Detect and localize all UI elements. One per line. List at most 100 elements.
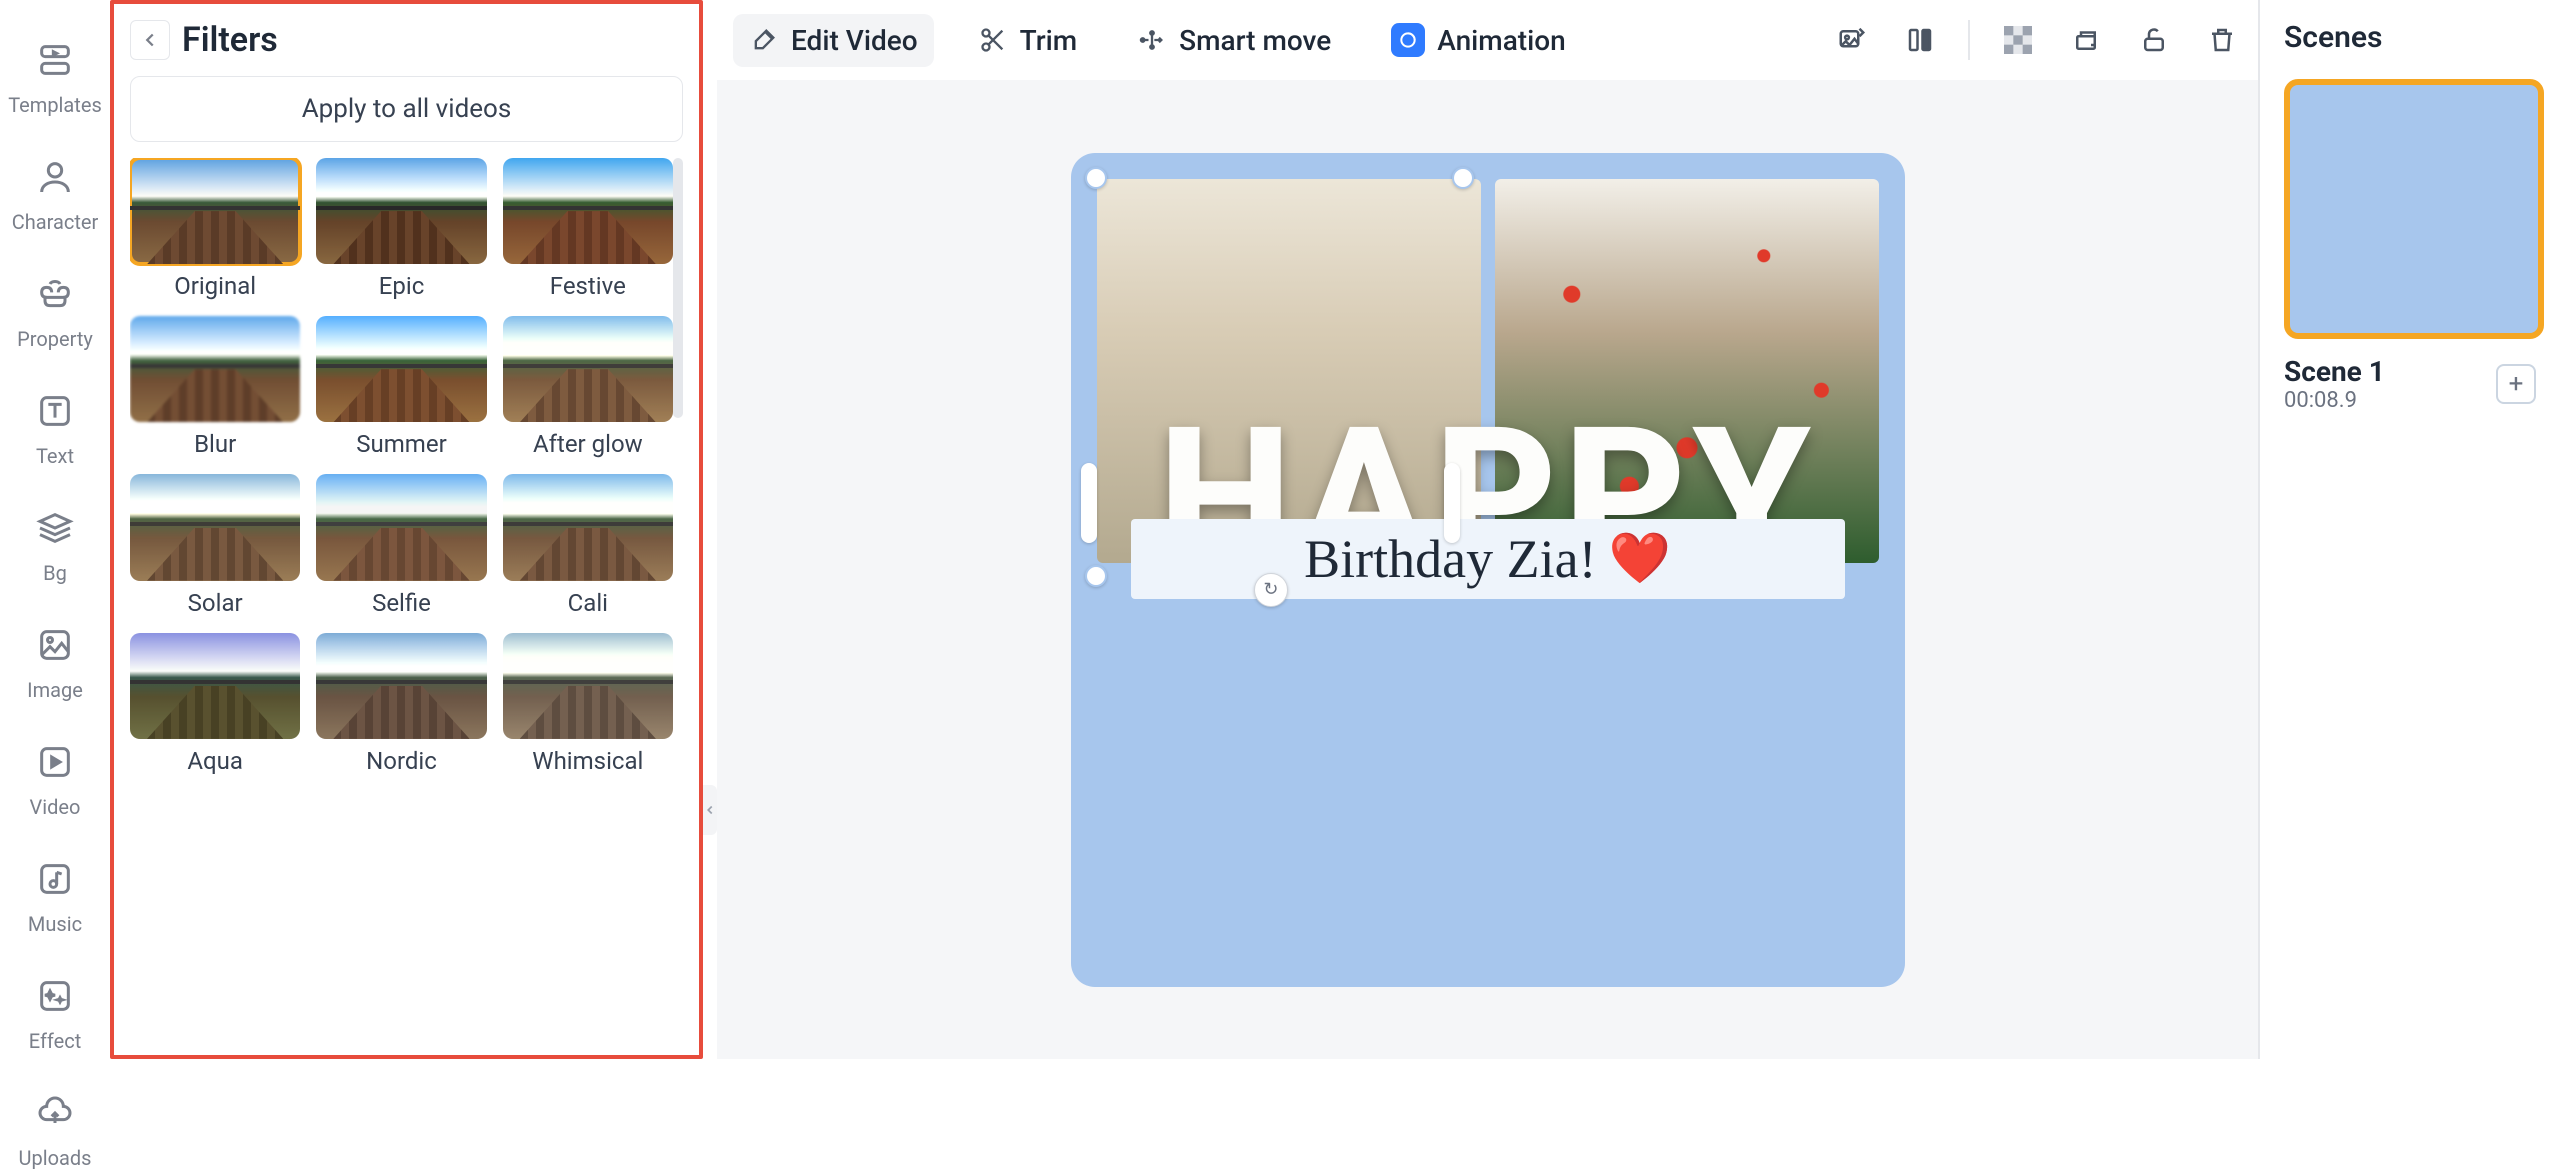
- uploads-icon: [35, 1093, 75, 1138]
- effect-icon: [35, 976, 75, 1021]
- scenes-title: Scenes: [2284, 20, 2536, 55]
- filter-thumbnail[interactable]: [130, 316, 300, 422]
- edit-video-button[interactable]: Edit Video: [733, 14, 934, 67]
- filter-thumbnail[interactable]: [503, 474, 673, 580]
- checkerboard-icon: [2004, 26, 2032, 54]
- nav-item-bg[interactable]: Bg: [35, 508, 75, 585]
- video-icon: [35, 742, 75, 787]
- filter-item-aqua[interactable]: Aqua: [130, 633, 300, 775]
- scene-thumbnail[interactable]: [2284, 79, 2544, 339]
- filter-item-original[interactable]: Original: [130, 158, 300, 300]
- filter-thumbnail[interactable]: [316, 474, 486, 580]
- filter-grid-scroll[interactable]: Original Epic Festive Blur Summer After …: [130, 158, 683, 1039]
- filter-thumbnail[interactable]: [503, 633, 673, 739]
- filter-item-summer[interactable]: Summer: [316, 316, 486, 458]
- filter-item-solar[interactable]: Solar: [130, 474, 300, 616]
- canvas-card[interactable]: HAPPY Birthday Zia! ❤️ ↻: [1071, 153, 1905, 987]
- selection-side-handle[interactable]: [1444, 463, 1460, 543]
- nav-label: Character: [12, 210, 99, 234]
- music-icon: [35, 859, 75, 904]
- text-icon: [35, 391, 75, 436]
- filter-item-cali[interactable]: Cali: [503, 474, 673, 616]
- nav-item-image[interactable]: Image: [27, 625, 83, 702]
- filter-item-festive[interactable]: Festive: [503, 158, 673, 300]
- smart-move-label: Smart move: [1179, 24, 1331, 57]
- edit-video-label: Edit Video: [791, 24, 918, 57]
- nav-item-video[interactable]: Video: [30, 742, 81, 819]
- nav-item-music[interactable]: Music: [28, 859, 82, 936]
- filter-item-nordic[interactable]: Nordic: [316, 633, 486, 775]
- heart-icon: ❤️: [1609, 530, 1671, 588]
- back-button[interactable]: [130, 20, 170, 60]
- filter-label: Selfie: [372, 589, 431, 617]
- nav-label: Property: [17, 327, 93, 351]
- photo-slot-2[interactable]: [1495, 179, 1879, 563]
- selection-handle[interactable]: [1085, 167, 1107, 189]
- subtitle-bar[interactable]: Birthday Zia! ❤️: [1131, 519, 1845, 599]
- filter-label: After glow: [533, 430, 643, 458]
- trim-label: Trim: [1020, 24, 1078, 57]
- selection-side-handle[interactable]: [1081, 463, 1097, 543]
- filter-label: Festive: [550, 272, 626, 300]
- selection-handle[interactable]: [1085, 565, 1107, 587]
- canvas-area[interactable]: HAPPY Birthday Zia! ❤️ ↻: [717, 80, 2258, 1059]
- scissors-icon: [978, 25, 1008, 55]
- scene-time: 00:08.9: [2284, 388, 2385, 413]
- filter-grid: Original Epic Festive Blur Summer After …: [130, 158, 673, 775]
- nav-item-property[interactable]: Property: [17, 274, 93, 351]
- filter-item-whimsical[interactable]: Whimsical: [503, 633, 673, 775]
- lock-button[interactable]: [2134, 20, 2174, 60]
- filter-item-blur[interactable]: Blur: [130, 316, 300, 458]
- nav-item-text[interactable]: Text: [35, 391, 75, 468]
- filter-thumbnail[interactable]: [503, 316, 673, 422]
- photo-slot-1[interactable]: [1097, 179, 1481, 563]
- nav-item-templates[interactable]: Templates: [8, 40, 102, 117]
- image-swap-icon: [1837, 25, 1867, 55]
- filter-label: Original: [174, 272, 256, 300]
- smart-move-button[interactable]: Smart move: [1121, 14, 1347, 67]
- filter-thumbnail[interactable]: [316, 158, 486, 264]
- replace-image-button[interactable]: [1832, 20, 1872, 60]
- flip-icon: [1905, 25, 1935, 55]
- filter-label: Cali: [568, 589, 608, 617]
- flip-button[interactable]: [1900, 20, 1940, 60]
- filter-item-epic[interactable]: Epic: [316, 158, 486, 300]
- filter-label: Whimsical: [532, 747, 643, 775]
- collapse-panel-handle[interactable]: [703, 785, 717, 835]
- filter-item-selfie[interactable]: Selfie: [316, 474, 486, 616]
- filter-scrollbar[interactable]: [673, 158, 683, 418]
- layer-icon: [2071, 25, 2101, 55]
- editor-area: Edit Video Trim Smart move Animation: [717, 0, 2260, 1059]
- filter-thumbnail[interactable]: [130, 633, 300, 739]
- scene-name: Scene 1: [2284, 355, 2385, 388]
- character-icon: [35, 157, 75, 202]
- filter-label: Epic: [379, 272, 425, 300]
- nav-item-character[interactable]: Character: [12, 157, 99, 234]
- unlock-icon: [2139, 25, 2169, 55]
- filter-thumbnail[interactable]: [316, 316, 486, 422]
- scene-item[interactable]: Scene 1 00:08.9 +: [2284, 79, 2536, 413]
- nav-label: Effect: [29, 1029, 81, 1053]
- add-scene-button[interactable]: +: [2496, 364, 2536, 404]
- filter-thumbnail[interactable]: [130, 158, 300, 264]
- nav-label: Image: [27, 678, 83, 702]
- filter-thumbnail[interactable]: [130, 474, 300, 580]
- apply-all-button[interactable]: Apply to all videos: [130, 76, 683, 142]
- chevron-left-icon: [139, 29, 161, 51]
- animation-button[interactable]: Animation: [1375, 13, 1581, 67]
- rotate-handle[interactable]: ↻: [1254, 573, 1288, 607]
- layer-button[interactable]: [2066, 20, 2106, 60]
- filter-thumbnail[interactable]: [316, 633, 486, 739]
- selection-handle[interactable]: [1452, 167, 1474, 189]
- image-icon: [35, 625, 75, 670]
- nav-item-effect[interactable]: Effect: [29, 976, 81, 1053]
- templates-icon: [35, 40, 75, 85]
- nav-label: Uploads: [19, 1146, 92, 1170]
- nav-item-uploads[interactable]: Uploads: [19, 1093, 92, 1170]
- trim-button[interactable]: Trim: [962, 14, 1094, 67]
- filters-panel: Filters Apply to all videos Original Epi…: [110, 0, 703, 1059]
- transparency-button[interactable]: [1998, 20, 2038, 60]
- filter-thumbnail[interactable]: [503, 158, 673, 264]
- filter-item-after-glow[interactable]: After glow: [503, 316, 673, 458]
- delete-button[interactable]: [2202, 20, 2242, 60]
